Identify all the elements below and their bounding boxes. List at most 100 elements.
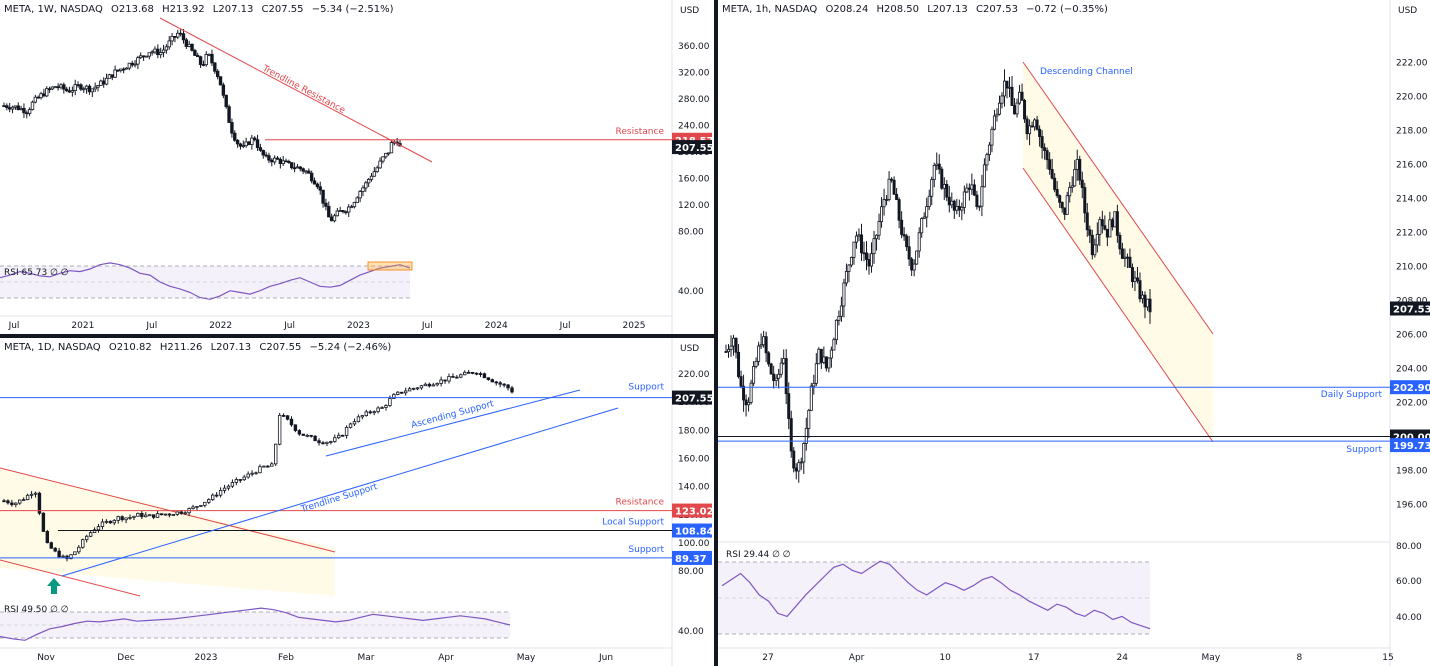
candle-body	[355, 197, 359, 203]
candle-body	[218, 76, 223, 86]
candle-body	[281, 414, 286, 417]
candle-body	[767, 352, 771, 365]
candle-body	[915, 250, 919, 265]
daily-chart-pane[interactable]: META, 1D, NASDAQ O210.82 H211.26 L207.13…	[0, 338, 714, 666]
candle-body	[96, 526, 101, 531]
candle-body	[907, 246, 911, 260]
candle-body	[1002, 80, 1006, 97]
support-price-tag: 199.73	[1393, 441, 1430, 452]
candle-body	[927, 195, 931, 208]
candle-body	[1020, 91, 1024, 101]
daily-chart-svg[interactable]: 220.00200.00180.00160.00140.00120.00100.…	[0, 338, 714, 666]
candle-body	[187, 43, 191, 47]
y-tick-label: 210.00	[1396, 263, 1428, 273]
rsi-tick: 40.00	[1396, 613, 1422, 623]
support-price-tag: 89.37	[675, 554, 707, 565]
candle-body	[10, 502, 14, 506]
candle-body	[1143, 294, 1147, 308]
candle-body	[727, 349, 731, 353]
candle-body	[847, 264, 851, 272]
candle-body	[29, 493, 34, 496]
candle-body	[33, 492, 38, 495]
candle-body	[258, 147, 263, 151]
candle-body	[1038, 128, 1042, 137]
candle-body	[882, 199, 886, 208]
candle-body	[1088, 229, 1092, 236]
candle-body	[329, 216, 334, 222]
hourly-chart-svg[interactable]: 222.00 220.00 218.00 216.00 214.00 212.00 210.…	[718, 0, 1430, 666]
pane-divider-vertical[interactable]	[714, 0, 718, 666]
x-tick-label: 2025	[623, 321, 646, 331]
candle-body	[947, 196, 951, 206]
x-tick-label: Mar	[358, 653, 375, 663]
candle-body	[62, 84, 66, 90]
candle-body	[255, 139, 260, 149]
candle-body	[870, 253, 874, 267]
candle-body	[997, 102, 1001, 115]
candle-body	[1080, 179, 1084, 188]
candle-body	[960, 206, 964, 211]
y-tick-label: 360.00	[678, 42, 710, 52]
candle-body	[1018, 91, 1022, 104]
candle-body	[1028, 125, 1032, 135]
candle-body	[1138, 280, 1142, 300]
candle-body	[191, 506, 195, 509]
candle-body	[318, 186, 322, 191]
candle-body	[890, 178, 894, 181]
y-tick-label: 280.00	[678, 95, 710, 105]
weekly-chart-svg[interactable]: 360.00320.00280.00240.00200.00160.00120.…	[0, 0, 714, 334]
candle-body	[150, 51, 154, 54]
candle-body	[133, 63, 137, 66]
candle-body	[25, 494, 30, 501]
candle-body	[1058, 195, 1062, 203]
x-tick-label: 2023	[347, 321, 370, 331]
hourly-chart-pane[interactable]: META, 1h, NASDAQ O208.24 H208.50 L207.13…	[718, 0, 1430, 666]
candle-body	[36, 96, 40, 99]
candle-body	[769, 363, 773, 375]
candle-body	[108, 520, 113, 524]
candle-body	[400, 391, 404, 394]
candle-body	[96, 85, 100, 88]
x-tick-label: Nov	[37, 653, 55, 663]
candle-body	[970, 184, 974, 190]
candle-body	[183, 512, 187, 515]
candle-body	[238, 479, 242, 481]
candle-body	[107, 74, 112, 79]
candle-body	[777, 373, 781, 379]
candle-body	[298, 166, 302, 170]
candle-body	[204, 53, 208, 66]
candle-body	[141, 55, 146, 58]
x-tick-label: Jul	[8, 321, 20, 331]
candle-body	[935, 163, 939, 166]
candle-body	[181, 33, 186, 41]
candle-body	[1043, 147, 1047, 152]
x-tick-label: May	[517, 653, 536, 663]
candle-body	[1118, 234, 1122, 250]
candle-body	[802, 443, 806, 463]
last-price-tag: 207.55	[675, 143, 714, 154]
candle-body	[242, 476, 246, 481]
candle-body	[829, 349, 833, 359]
y-tick-label: 214.00	[1396, 195, 1428, 205]
candle-body	[112, 519, 116, 524]
descending-channel-fill	[1023, 62, 1213, 440]
candle-body	[39, 93, 43, 99]
candle-body	[352, 421, 357, 425]
candle-body	[64, 88, 69, 92]
y-tick-label: 218.00	[1396, 127, 1428, 137]
candle-body	[1065, 195, 1069, 215]
candle-body	[120, 516, 124, 521]
x-tick-label: 2021	[71, 321, 94, 331]
candle-body	[470, 372, 475, 374]
candle-body	[127, 62, 132, 69]
candle-body	[176, 32, 180, 38]
weekly-chart-pane[interactable]: META, 1W, NASDAQ O213.68 H213.92 L207.13…	[0, 0, 714, 334]
pane-divider-horizontal[interactable]	[0, 334, 714, 338]
candle-body	[396, 391, 400, 395]
ascending-support-line	[325, 389, 581, 457]
y-tick-label: 180.00	[678, 426, 710, 436]
candle-body	[151, 514, 156, 518]
candle-body	[325, 441, 329, 445]
candle-body	[431, 384, 435, 387]
candle-body	[1040, 136, 1044, 149]
